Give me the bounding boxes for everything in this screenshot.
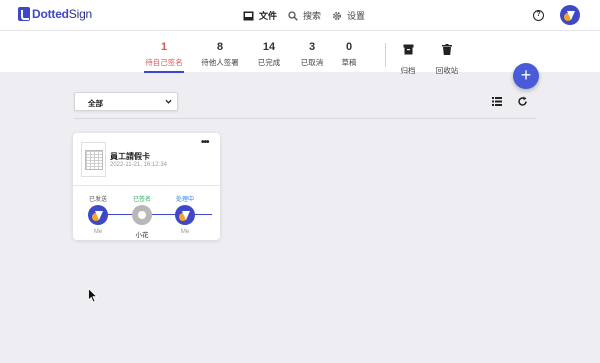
tab-label: 草稿: [341, 58, 357, 67]
step-avatar-signer: [132, 205, 152, 225]
tab-label: 已取消: [300, 58, 324, 67]
step-status-signed: 已签名: [132, 197, 151, 203]
logo-mark-icon: [18, 7, 30, 21]
document-thumbnail: [81, 142, 106, 177]
archive-icon: [403, 44, 413, 55]
nav-settings[interactable]: 设置: [331, 9, 365, 22]
search-icon: [287, 10, 298, 21]
gear-icon: [331, 10, 342, 21]
thumbnail-table-graphic: [85, 150, 103, 170]
nav-documents[interactable]: 文件: [243, 9, 277, 22]
logo-text: DottedSign: [32, 7, 93, 21]
trash-button[interactable]: 回收站: [434, 42, 460, 76]
step-name-processing: Me: [180, 229, 190, 235]
tab-label: 已完成: [257, 58, 281, 67]
chevron-down-icon: [165, 99, 172, 104]
user-avatar[interactable]: [560, 5, 580, 25]
tab-count: 8: [216, 41, 224, 53]
tab-awaiting-others[interactable]: 8 待他人签署: [200, 41, 240, 68]
tab-count: 0: [345, 41, 353, 53]
filter-selected-value: 全部: [88, 99, 103, 108]
card-divider: [73, 185, 220, 186]
tab-drafts[interactable]: 0 草稿: [337, 41, 361, 68]
inbox-icon: [243, 10, 254, 21]
archive-button[interactable]: 归档: [396, 42, 420, 76]
tab-label: 待他人签署: [201, 58, 239, 67]
tab-awaiting-my-signature[interactable]: 1 待自己签名: [144, 41, 184, 68]
trash-label: 回收站: [435, 66, 459, 75]
mouse-cursor-icon: [88, 288, 98, 303]
step-status-processing: 处理中: [175, 197, 194, 203]
nav-search[interactable]: 搜索: [287, 9, 321, 22]
archive-label: 归档: [400, 66, 416, 75]
more-options-icon[interactable]: •••: [201, 138, 209, 148]
nav-settings-label: 设置: [347, 11, 366, 21]
active-tab-underline: [144, 71, 184, 73]
help-icon[interactable]: ?: [533, 10, 544, 21]
step-avatar-processing: [175, 205, 195, 225]
document-title: 員工請假卡: [110, 152, 150, 161]
step-name-signer: 小花: [135, 232, 149, 239]
tab-count: 14: [262, 41, 276, 53]
nav-search-label: 搜索: [303, 11, 322, 21]
nav-documents-label: 文件: [259, 11, 278, 21]
step-avatar-sender: [88, 205, 108, 225]
top-header: DottedSign 文件 搜索 设置 ?: [0, 0, 600, 30]
tab-count: 1: [160, 41, 168, 53]
filter-dropdown[interactable]: 全部: [74, 92, 178, 111]
tab-cancelled[interactable]: 3 已取消: [295, 41, 329, 68]
tab-label: 待自己签名: [145, 58, 183, 67]
tab-completed[interactable]: 14 已完成: [252, 41, 286, 68]
toolbar-divider: [74, 118, 536, 119]
add-document-button[interactable]: +: [513, 63, 539, 89]
tab-count: 3: [308, 41, 316, 53]
refresh-icon[interactable]: [517, 96, 528, 107]
app-logo[interactable]: DottedSign: [18, 7, 92, 21]
document-card[interactable]: 員工請假卡 2022-11-21, 16:12:34 ••• 已发送 已签名 处…: [73, 133, 220, 240]
document-date: 2022-11-21, 16:12:34: [110, 162, 167, 168]
list-view-icon[interactable]: [492, 97, 502, 106]
trash-icon: [442, 44, 452, 55]
step-name-sender: Me: [93, 229, 103, 235]
step-status-sent: 已发送: [88, 197, 107, 203]
tab-divider: [385, 43, 386, 67]
